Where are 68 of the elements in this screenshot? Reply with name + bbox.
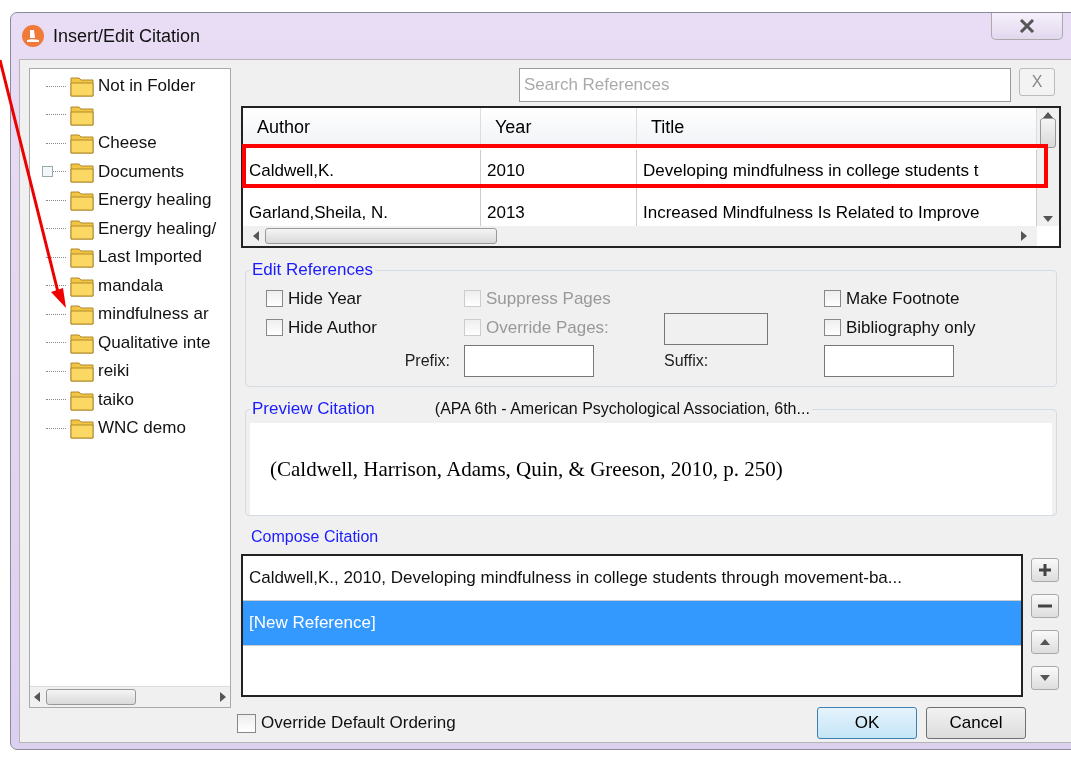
right-arrow-icon <box>220 692 226 702</box>
folder-icon <box>70 303 94 326</box>
minus-icon <box>1038 604 1052 608</box>
scrollbar-thumb[interactable] <box>46 689 136 705</box>
folder-item[interactable]: Last Imported <box>46 243 230 272</box>
folder-icon <box>70 160 94 183</box>
window-title: Insert/Edit Citation <box>53 25 201 47</box>
checkbox-option[interactable]: Hide Author <box>266 317 464 338</box>
move-down-button[interactable] <box>1031 666 1059 690</box>
up-arrow-icon <box>1040 639 1050 645</box>
remove-button[interactable] <box>1031 594 1059 618</box>
citation-style: (APA 6th - American Psychological Association, 6th... <box>434 400 810 417</box>
scrollbar-thumb[interactable] <box>265 228 497 244</box>
column-header[interactable]: Author <box>243 108 481 146</box>
prefix-label: Prefix: <box>404 352 450 370</box>
plus-icon <box>1039 564 1051 576</box>
app-logo-icon <box>21 24 45 48</box>
expand-icon[interactable] <box>42 166 53 178</box>
folder-icon <box>70 246 94 269</box>
prefix-field[interactable] <box>464 345 594 377</box>
folder-icon <box>70 103 94 126</box>
folder-item[interactable]: Not in Folder <box>46 72 230 101</box>
folder-icon <box>70 331 94 354</box>
down-arrow-icon <box>1040 675 1050 681</box>
down-arrow-icon <box>1043 216 1053 222</box>
folder-item[interactable]: Energy healing <box>46 186 230 215</box>
move-up-button[interactable] <box>1031 630 1059 654</box>
folder-item[interactable]: mindfulness ar <box>46 300 230 329</box>
right-arrow-icon <box>1021 231 1027 241</box>
folder-icon <box>70 132 94 155</box>
suffix-field[interactable] <box>824 345 954 377</box>
table-cell: 2010 <box>481 150 637 192</box>
checkbox-option[interactable]: Hide Year <box>266 288 464 309</box>
suffix-label: Suffix: <box>664 352 709 370</box>
column-header[interactable]: Title <box>637 108 1037 146</box>
folder-icon <box>70 217 94 240</box>
ok-button[interactable]: OK <box>817 707 917 739</box>
folder-item[interactable]: Qualitative inte <box>46 328 230 357</box>
folder-item[interactable]: reiki <box>46 357 230 386</box>
folder-icon <box>70 360 94 383</box>
close-icon <box>1019 19 1035 33</box>
left-arrow-icon <box>253 231 259 241</box>
folder-icon <box>70 189 94 212</box>
add-button[interactable] <box>1031 558 1059 582</box>
checkbox-option[interactable]: Bibliography only <box>824 317 1036 338</box>
folder-icon <box>70 417 94 440</box>
left-arrow-icon <box>34 692 40 702</box>
group-title: Edit References <box>251 260 374 280</box>
folder-icon <box>70 274 94 297</box>
up-arrow-icon <box>1043 112 1053 118</box>
checkbox-option[interactable]: Make Footnote <box>824 288 1036 309</box>
close-button[interactable] <box>991 13 1063 40</box>
folder-item[interactable]: taiko <box>46 385 230 414</box>
cancel-button[interactable]: Cancel <box>926 707 1026 739</box>
folder-item[interactable]: Energy healing/ <box>46 214 230 243</box>
folder-item[interactable]: WNC demo <box>46 414 230 443</box>
search-field[interactable]: Search References <box>519 68 1011 102</box>
citation-preview: (Caldwell, Harrison, Adams, Quin, & Greeson, 2010, p. 250) <box>270 456 783 482</box>
folder-item[interactable]: Documents <box>46 157 230 186</box>
column-header[interactable]: Year <box>481 108 637 146</box>
folder-icon <box>70 75 94 98</box>
group-title: Preview Citation <box>252 399 375 418</box>
compose-citation-title: Compose Citation <box>251 528 379 546</box>
scrollbar-thumb[interactable] <box>1040 118 1056 148</box>
table-cell: Caldwell,K. <box>243 150 481 192</box>
folder-icon <box>70 388 94 411</box>
folder-item[interactable]: Cheese <box>46 129 230 158</box>
override-ordering-checkbox[interactable]: Override Default Ordering <box>237 713 456 733</box>
